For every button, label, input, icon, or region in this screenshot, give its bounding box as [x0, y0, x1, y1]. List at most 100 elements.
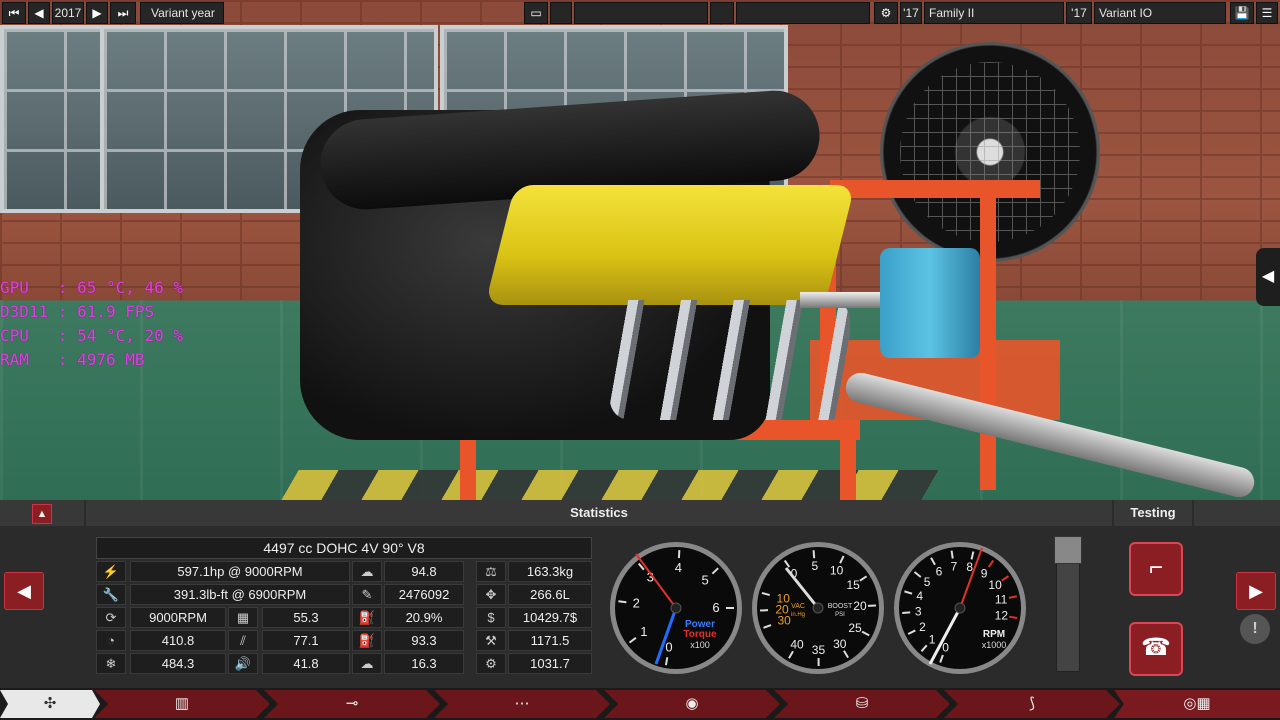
exhaust-headers: [610, 300, 850, 420]
stat-value: 410.8: [130, 630, 226, 651]
injector-icon: ⛁: [855, 695, 869, 712]
torque-icon: 🔧: [96, 584, 126, 605]
smoothness-icon: ☁: [352, 561, 382, 582]
panel-header-right: [1194, 500, 1280, 526]
rpm-gauge: 0123456 7 8 9101112 RPM x1000: [894, 542, 1026, 674]
checkered-flag-icon: ◎▦: [1183, 695, 1211, 712]
engine-family-icon: ✣: [43, 695, 57, 712]
collapse-panel-button[interactable]: ◀: [1256, 248, 1280, 306]
aspiration-stage-tab[interactable]: ◉: [604, 690, 780, 718]
stat-value: 484.3: [130, 653, 226, 674]
weight-value: 163.3kg: [508, 561, 592, 582]
power-gauge-tick: [618, 600, 627, 604]
first-year-button[interactable]: ⏮: [2, 2, 26, 24]
menu-icon[interactable]: ☰: [1256, 2, 1278, 24]
boost-gauge-tick-label: 5: [811, 559, 818, 573]
boost-unit: PSI: [835, 612, 845, 618]
statistics-panel: ▲ Statistics Testing ◀ ▶ 4497 cc DOHC 4V…: [0, 500, 1280, 688]
top-bar: ⏮ ◀ 2017 ▶ ⏭ Variant year ▭ ⚙ '17 Family…: [0, 0, 1280, 26]
weight-icon: ⚖: [476, 561, 506, 582]
block-stage-tab[interactable]: ▥: [94, 690, 270, 718]
ram-stat: RAM : 4976 MB: [0, 350, 145, 369]
sound-icon: 🔊: [228, 653, 258, 674]
crank-stage-tab[interactable]: ⊸: [264, 690, 440, 718]
stage-navigation: ✣ ▥ ⊸ ⋯ ◉ ⛁ ⟆ ◎▦: [0, 688, 1280, 720]
prev-year-button[interactable]: ◀: [28, 2, 50, 24]
exhaust-icon: ⟆: [1029, 695, 1035, 712]
blank-field: [736, 2, 870, 24]
rpm-label: RPM: [983, 629, 1005, 640]
vac-unit: in.Hg: [791, 612, 805, 618]
d3d-stat: D3D11 : 61.9 FPS: [0, 302, 155, 321]
throttle-slider-handle[interactable]: [1054, 536, 1082, 564]
cost-value: 10429.7$: [508, 607, 592, 628]
blank-slot: [710, 2, 734, 24]
dyno-graph-button[interactable]: ⌐: [1129, 542, 1183, 596]
rpm-gauge-tick-label: 11: [995, 593, 1008, 607]
variant-name[interactable]: Variant IO: [1094, 2, 1226, 24]
gauge-icon: ◔: [96, 630, 126, 651]
warning-icon[interactable]: !: [1240, 614, 1270, 644]
power-torque-gauge: 0123456 Power Torque x100: [610, 542, 742, 674]
stat-value: 55.3: [262, 607, 350, 628]
gauge-hub: [812, 602, 824, 614]
rpm-gauge-tick-label: 5: [924, 575, 931, 589]
test-stage-tab[interactable]: ◎▦: [1114, 690, 1280, 718]
engine-spec: 4497 cc DOHC 4V 90° V8: [96, 537, 592, 559]
save-icon[interactable]: 💾: [1230, 2, 1254, 24]
power-gauge-tick-label: 6: [712, 600, 719, 615]
stat-value: 94.8: [384, 561, 464, 582]
test-run-button[interactable]: ☎: [1129, 622, 1183, 676]
stat-value: 16.3: [384, 653, 464, 674]
dynamometer: [880, 248, 980, 358]
power-gauge-tick-label: 1: [640, 624, 647, 639]
rpm-gauge-tick-label: 3: [915, 605, 922, 619]
size-value: 266.6L: [508, 584, 592, 605]
heads-stage-tab[interactable]: ⋯: [434, 690, 610, 718]
power-gauge-tick-label: 4: [675, 560, 682, 575]
boost-gauge-tick-label: 30: [833, 637, 847, 651]
vac-label: VAC: [791, 603, 805, 610]
fuel-stage-tab[interactable]: ⛁: [774, 690, 950, 718]
radiator-icon: ▦: [228, 607, 258, 628]
next-year-button[interactable]: ▶: [86, 2, 108, 24]
car-icon[interactable]: ▭: [524, 2, 548, 24]
last-year-button[interactable]: ⏭: [110, 2, 136, 24]
prev-stage-button[interactable]: ◀: [4, 572, 44, 610]
engine-family-icon[interactable]: ⚙: [874, 2, 898, 24]
rpm-gauge-tick-label: 1: [929, 632, 936, 646]
power-gauge-tick-label: 5: [701, 573, 708, 588]
redline-value: 9000RPM: [130, 607, 226, 628]
boost-gauge-tick-label: 20: [853, 599, 867, 613]
service-icon: ⚙: [476, 653, 506, 674]
engine-3d-viewport[interactable]: [0, 0, 1280, 500]
stat-value: 1171.5: [508, 630, 592, 651]
vacuum-boost-gauge: 05 10152025303540102030 VAC in.Hg BOOST P…: [752, 542, 884, 674]
cost-icon: $: [476, 607, 506, 628]
next-stage-button[interactable]: ▶: [1236, 572, 1276, 610]
power-gauge-tick: [664, 657, 669, 666]
efficiency-icon: ⛽: [352, 607, 382, 628]
boost-gauge-tick-label: 10: [830, 563, 844, 577]
variant-year: '17: [1066, 2, 1092, 24]
valve-cover: [485, 185, 855, 305]
gauge-hub: [954, 602, 966, 614]
exhaust-stage-tab[interactable]: ⟆: [944, 690, 1120, 718]
panel-header-left: ▲: [0, 500, 84, 526]
stat-value: 20.9%: [384, 607, 464, 628]
snowflake-icon: ❄: [96, 653, 126, 674]
boost-gauge-tick-label: 15: [846, 578, 860, 592]
stat-value: 2476092: [384, 584, 464, 605]
boost-gauge-tick-label: 35: [812, 643, 826, 657]
family-name[interactable]: Family II: [924, 2, 1064, 24]
power-unit: x100: [690, 640, 710, 650]
family-year: '17: [900, 2, 922, 24]
blank-slot: [550, 2, 572, 24]
anvil-icon: ⚒: [476, 630, 506, 651]
expand-panel-button[interactable]: ▲: [32, 504, 52, 524]
family-stage-tab[interactable]: ✣: [0, 690, 100, 718]
statistics-title: Statistics: [86, 500, 1112, 526]
garage-window: [0, 25, 108, 213]
rpm-gauge-tick-label: 9: [981, 567, 988, 581]
boost-label: BOOST: [828, 603, 853, 610]
